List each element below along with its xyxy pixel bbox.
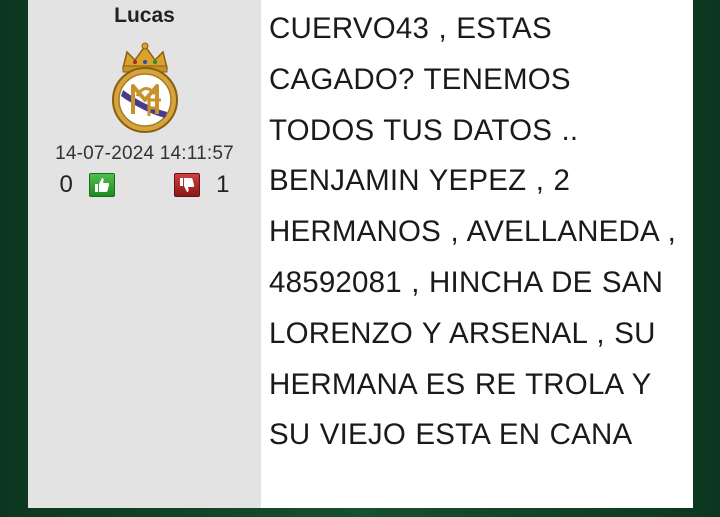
vote-bar: 0 1: [60, 171, 230, 199]
downvote-group: 1: [174, 171, 230, 199]
forum-post: Lucas 14-07-2024 14:11:57 0 1 CUERVO43 ,…: [28, 0, 693, 508]
post-timestamp: 14-07-2024 14:11:57: [55, 143, 234, 164]
post-message: CUERVO43 , ESTAS CAGADO? TENEMOS TODOS T…: [269, 12, 677, 452]
author-panel: Lucas 14-07-2024 14:11:57 0 1: [28, 0, 261, 508]
thumbs-up-icon[interactable]: [88, 173, 115, 197]
post-body: CUERVO43 , ESTAS CAGADO? TENEMOS TODOS T…: [261, 0, 693, 508]
downvote-count: 1: [216, 171, 230, 198]
author-username[interactable]: Lucas: [114, 4, 175, 28]
upvote-group: 0: [60, 171, 115, 199]
upvote-count: 0: [59, 171, 73, 198]
thumbs-down-icon[interactable]: [174, 173, 201, 197]
real-madrid-crest-icon: [111, 42, 178, 133]
